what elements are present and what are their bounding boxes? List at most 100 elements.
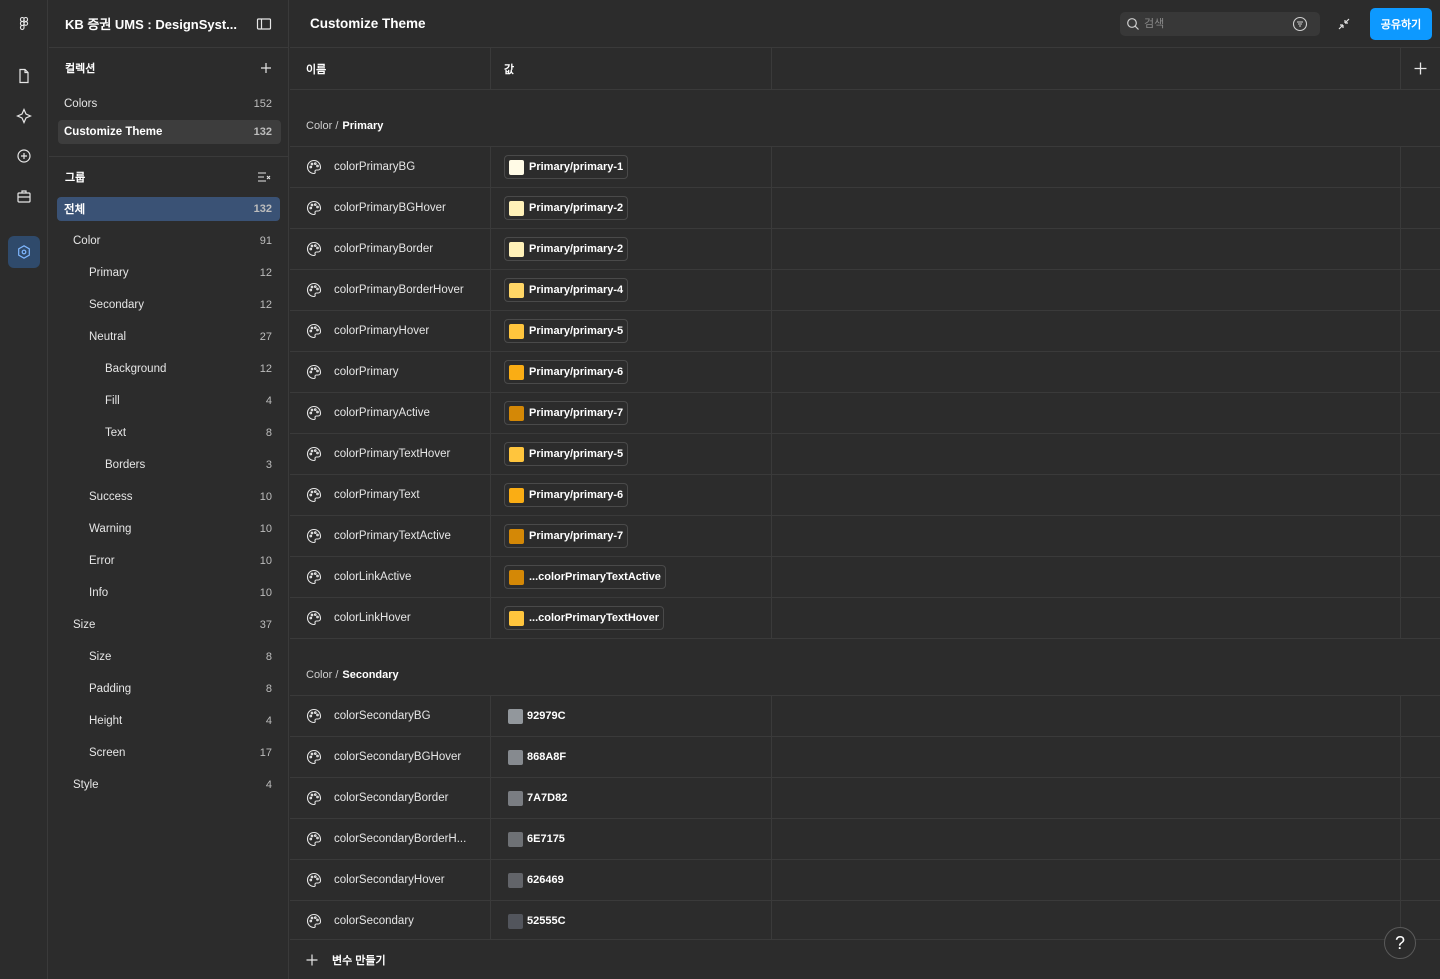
collection-item-customize-theme[interactable]: Customize Theme 132 (58, 120, 281, 144)
alias-pill[interactable]: Primary/primary-5 (504, 442, 629, 466)
hex-value[interactable]: 626469 (504, 872, 564, 888)
variable-name-cell[interactable]: colorPrimaryTextHover (290, 434, 491, 474)
table-row[interactable]: colorPrimaryTextHover Primary/primary-5 (290, 434, 1440, 475)
variable-value-cell[interactable]: 6E7175 (491, 819, 772, 859)
file-icon[interactable] (8, 60, 40, 92)
figma-logo-icon[interactable] (8, 8, 40, 40)
group-item[interactable]: Height 4 (49, 705, 288, 737)
variable-value-cell[interactable]: Primary/primary-1 (491, 147, 772, 187)
search-input[interactable] (1144, 18, 1284, 30)
group-item[interactable]: Info 10 (49, 577, 288, 609)
table-row[interactable]: colorPrimaryText Primary/primary-6 (290, 475, 1440, 516)
add-collection-icon[interactable] (260, 62, 272, 74)
share-button[interactable]: 공유하기 (1370, 8, 1432, 40)
variable-value-cell[interactable]: Primary/primary-2 (491, 188, 772, 228)
variable-name-cell[interactable]: colorPrimaryBGHover (290, 188, 491, 228)
variable-value-cell[interactable]: 868A8F (491, 737, 772, 777)
hex-value[interactable]: 92979C (504, 708, 566, 724)
variable-name-cell[interactable]: colorPrimaryActive (290, 393, 491, 433)
table-row[interactable]: colorPrimary Primary/primary-6 (290, 352, 1440, 393)
alias-pill[interactable]: Primary/primary-1 (504, 155, 629, 179)
variable-name-cell[interactable]: colorSecondary (290, 901, 491, 941)
variable-name-cell[interactable]: colorPrimaryText (290, 475, 491, 515)
group-item[interactable]: Neutral 27 (49, 321, 288, 353)
collapse-groups-icon[interactable] (256, 169, 272, 185)
help-button[interactable]: ? (1384, 927, 1416, 959)
variable-name-cell[interactable]: colorSecondaryBorderH... (290, 819, 491, 859)
variable-value-cell[interactable]: ...colorPrimaryTextHover (491, 598, 772, 638)
table-row[interactable]: colorSecondaryBGHover 868A8F (290, 737, 1440, 778)
table-row[interactable]: colorPrimaryBorderHover Primary/primary-4 (290, 270, 1440, 311)
variables-icon[interactable] (8, 236, 40, 268)
variable-value-cell[interactable]: Primary/primary-5 (491, 434, 772, 474)
alias-pill[interactable]: ...colorPrimaryTextActive (504, 565, 666, 589)
variable-value-cell[interactable]: Primary/primary-6 (491, 475, 772, 515)
plugins-icon[interactable] (8, 140, 40, 172)
variable-value-cell[interactable]: Primary/primary-4 (491, 270, 772, 310)
group-item[interactable]: Color 91 (49, 225, 288, 257)
table-row[interactable]: colorPrimaryActive Primary/primary-7 (290, 393, 1440, 434)
alias-pill[interactable]: Primary/primary-5 (504, 319, 629, 343)
assets-icon[interactable] (8, 100, 40, 132)
hex-value[interactable]: 868A8F (504, 749, 566, 765)
group-item[interactable]: Style 4 (49, 769, 288, 801)
group-item[interactable]: Success 10 (49, 481, 288, 513)
table-row[interactable]: colorPrimaryBorder Primary/primary-2 (290, 229, 1440, 270)
sidebar-toggle-icon[interactable] (256, 16, 272, 32)
alias-pill[interactable]: Primary/primary-7 (504, 524, 629, 548)
collapse-icon[interactable] (1336, 16, 1352, 32)
group-item[interactable]: Text 8 (49, 417, 288, 449)
table-row[interactable]: colorPrimaryBG Primary/primary-1 (290, 147, 1440, 188)
variable-value-cell[interactable]: Primary/primary-5 (491, 311, 772, 351)
alias-pill[interactable]: Primary/primary-6 (504, 360, 629, 384)
filter-icon[interactable] (1292, 16, 1308, 32)
variable-value-cell[interactable]: Primary/primary-7 (491, 393, 772, 433)
variable-name-cell[interactable]: colorLinkActive (290, 557, 491, 597)
group-item[interactable]: Size 8 (49, 641, 288, 673)
variable-name-cell[interactable]: colorPrimaryBG (290, 147, 491, 187)
variable-value-cell[interactable]: 626469 (491, 860, 772, 900)
variable-name-cell[interactable]: colorPrimaryBorder (290, 229, 491, 269)
table-row[interactable]: colorPrimaryBGHover Primary/primary-2 (290, 188, 1440, 229)
hex-value[interactable]: 52555C (504, 913, 566, 929)
variable-name-cell[interactable]: colorSecondaryBG (290, 696, 491, 736)
table-row[interactable]: colorSecondaryHover 626469 (290, 860, 1440, 901)
create-variable-button[interactable]: 변수 만들기 (290, 939, 1440, 979)
variable-name-cell[interactable]: colorLinkHover (290, 598, 491, 638)
variable-name-cell[interactable]: colorSecondaryBGHover (290, 737, 491, 777)
group-item[interactable]: Primary 12 (49, 257, 288, 289)
group-item[interactable]: Borders 3 (49, 449, 288, 481)
toolbox-icon[interactable] (8, 180, 40, 212)
variable-name-cell[interactable]: colorPrimary (290, 352, 491, 392)
variable-name-cell[interactable]: colorSecondaryHover (290, 860, 491, 900)
alias-pill[interactable]: Primary/primary-2 (504, 237, 629, 261)
group-item[interactable]: 전체 132 (57, 197, 280, 221)
table-row[interactable]: colorLinkActive ...colorPrimaryTextActive (290, 557, 1440, 598)
alias-pill[interactable]: Primary/primary-6 (504, 483, 629, 507)
table-row[interactable]: colorPrimaryHover Primary/primary-5 (290, 311, 1440, 352)
variable-value-cell[interactable]: ...colorPrimaryTextActive (491, 557, 772, 597)
alias-pill[interactable]: Primary/primary-2 (504, 196, 629, 220)
variable-value-cell[interactable]: 92979C (491, 696, 772, 736)
hex-value[interactable]: 6E7175 (504, 831, 565, 847)
group-item[interactable]: Warning 10 (49, 513, 288, 545)
variable-value-cell[interactable]: Primary/primary-2 (491, 229, 772, 269)
variable-name-cell[interactable]: colorPrimaryBorderHover (290, 270, 491, 310)
table-row[interactable]: colorPrimaryTextActive Primary/primary-7 (290, 516, 1440, 557)
variable-value-cell[interactable]: 7A7D82 (491, 778, 772, 818)
alias-pill[interactable]: Primary/primary-4 (504, 278, 629, 302)
group-item[interactable]: Secondary 12 (49, 289, 288, 321)
table-row[interactable]: colorSecondaryBorderH... 6E7175 (290, 819, 1440, 860)
variable-value-cell[interactable]: Primary/primary-6 (491, 352, 772, 392)
variable-name-cell[interactable]: colorSecondaryBorder (290, 778, 491, 818)
variable-name-cell[interactable]: colorPrimaryHover (290, 311, 491, 351)
group-item[interactable]: Fill 4 (49, 385, 288, 417)
variable-name-cell[interactable]: colorPrimaryTextActive (290, 516, 491, 556)
group-item[interactable]: Error 10 (49, 545, 288, 577)
table-row[interactable]: colorSecondaryBG 92979C (290, 696, 1440, 737)
file-title[interactable]: KB 증권 UMS : DesignSyst... (65, 14, 237, 33)
search-box[interactable] (1120, 12, 1320, 36)
group-item[interactable]: Size 37 (49, 609, 288, 641)
group-item[interactable]: Background 12 (49, 353, 288, 385)
collection-item-colors[interactable]: Colors 152 (49, 88, 288, 120)
